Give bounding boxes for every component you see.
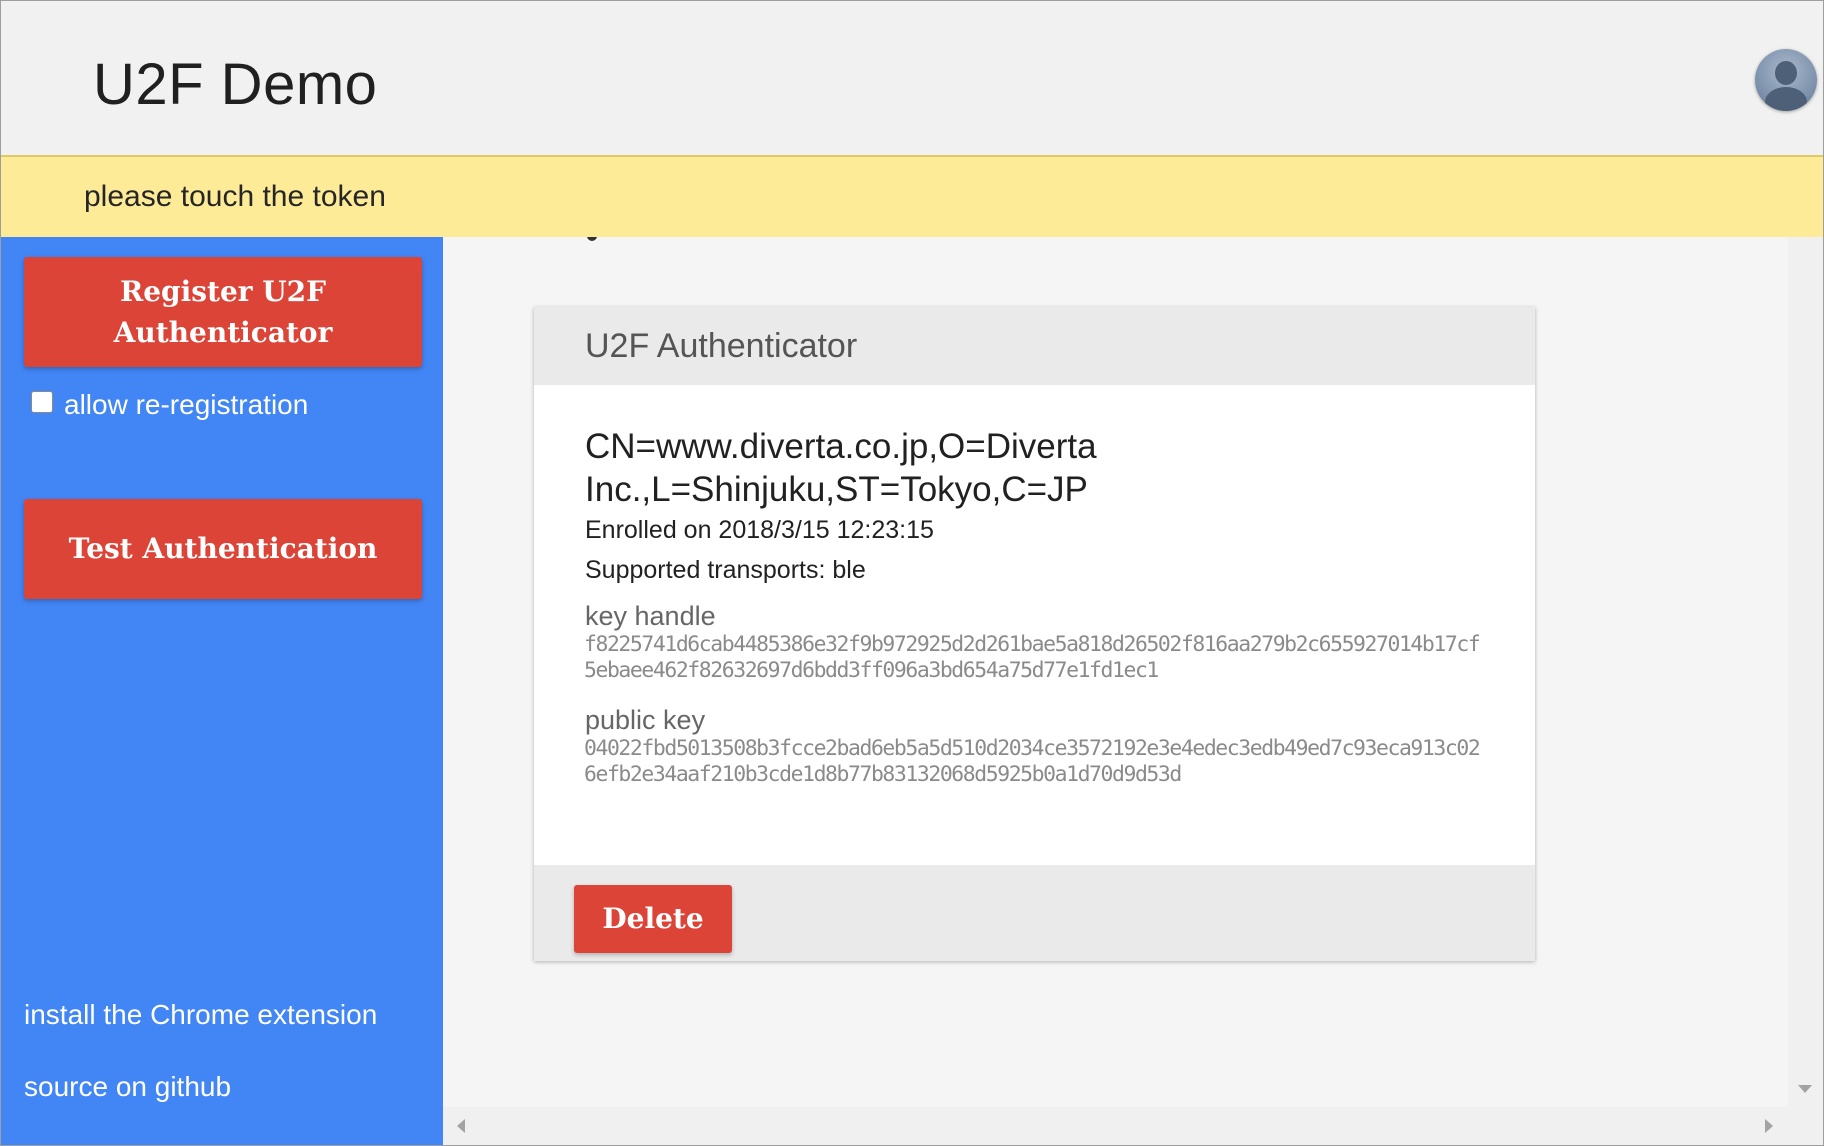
card-body: CN=www.diverta.co.jp,O=Diverta Inc.,L=Sh… xyxy=(534,385,1535,865)
register-button-label-line2: Authenticator xyxy=(113,316,333,349)
register-authenticator-button[interactable]: Register U2F Authenticator xyxy=(24,257,422,367)
authenticator-card: U2F Authenticator CN=www.diverta.co.jp,O… xyxy=(534,307,1535,961)
public-key-label: public key xyxy=(585,705,706,735)
scrollbar-corner xyxy=(1788,1107,1823,1145)
avatar-body-shape xyxy=(1765,87,1807,111)
github-source-link[interactable]: source on github xyxy=(24,1067,231,1107)
card-title: U2F Authenticator xyxy=(585,327,858,365)
scroll-left-arrow-icon[interactable] xyxy=(457,1119,465,1133)
delete-button[interactable]: Delete xyxy=(574,885,732,953)
status-toast: please touch the token xyxy=(1,157,1823,237)
browser-window: U2F Demo please touch the token Register… xyxy=(0,0,1824,1146)
user-avatar-icon[interactable] xyxy=(1755,49,1817,111)
allow-reregistration-checkbox[interactable] xyxy=(31,391,53,413)
enrolled-date: Enrolled on 2018/3/15 12:23:15 xyxy=(585,516,934,544)
main-content: U2F Authenticator CN=www.diverta.co.jp,O… xyxy=(443,237,1788,1107)
toast-message: please touch the token xyxy=(84,180,386,213)
allow-reregistration-label[interactable]: allow re-registration xyxy=(64,385,308,425)
app-header: U2F Demo xyxy=(1,1,1823,157)
sidebar: Register U2F Authenticator allow re-regi… xyxy=(1,237,443,1145)
clipped-content-fragment xyxy=(587,237,597,241)
test-authentication-button[interactable]: Test Authentication xyxy=(24,499,422,599)
scroll-right-arrow-icon[interactable] xyxy=(1765,1119,1773,1133)
chrome-extension-link[interactable]: install the Chrome extension xyxy=(24,995,377,1035)
card-header: U2F Authenticator xyxy=(534,307,1535,385)
horizontal-scrollbar[interactable] xyxy=(443,1107,1788,1145)
vertical-scrollbar[interactable] xyxy=(1788,237,1823,1107)
scroll-down-arrow-icon[interactable] xyxy=(1798,1085,1812,1093)
key-handle-value: f8225741d6cab4485386e32f9b972925d2d261ba… xyxy=(584,632,1481,683)
public-key-value: 04022fbd5013508b3fcce2bad6eb5a5d510d2034… xyxy=(584,736,1481,787)
supported-transports: Supported transports: ble xyxy=(585,556,866,584)
certificate-subject: CN=www.diverta.co.jp,O=Diverta Inc.,L=Sh… xyxy=(585,427,1097,509)
avatar-head-shape xyxy=(1775,61,1797,85)
app-title: U2F Demo xyxy=(93,52,378,117)
card-footer: Delete xyxy=(534,865,1535,961)
key-handle-label: key handle xyxy=(585,601,716,631)
register-button-label-line1: Register U2F xyxy=(119,275,327,308)
